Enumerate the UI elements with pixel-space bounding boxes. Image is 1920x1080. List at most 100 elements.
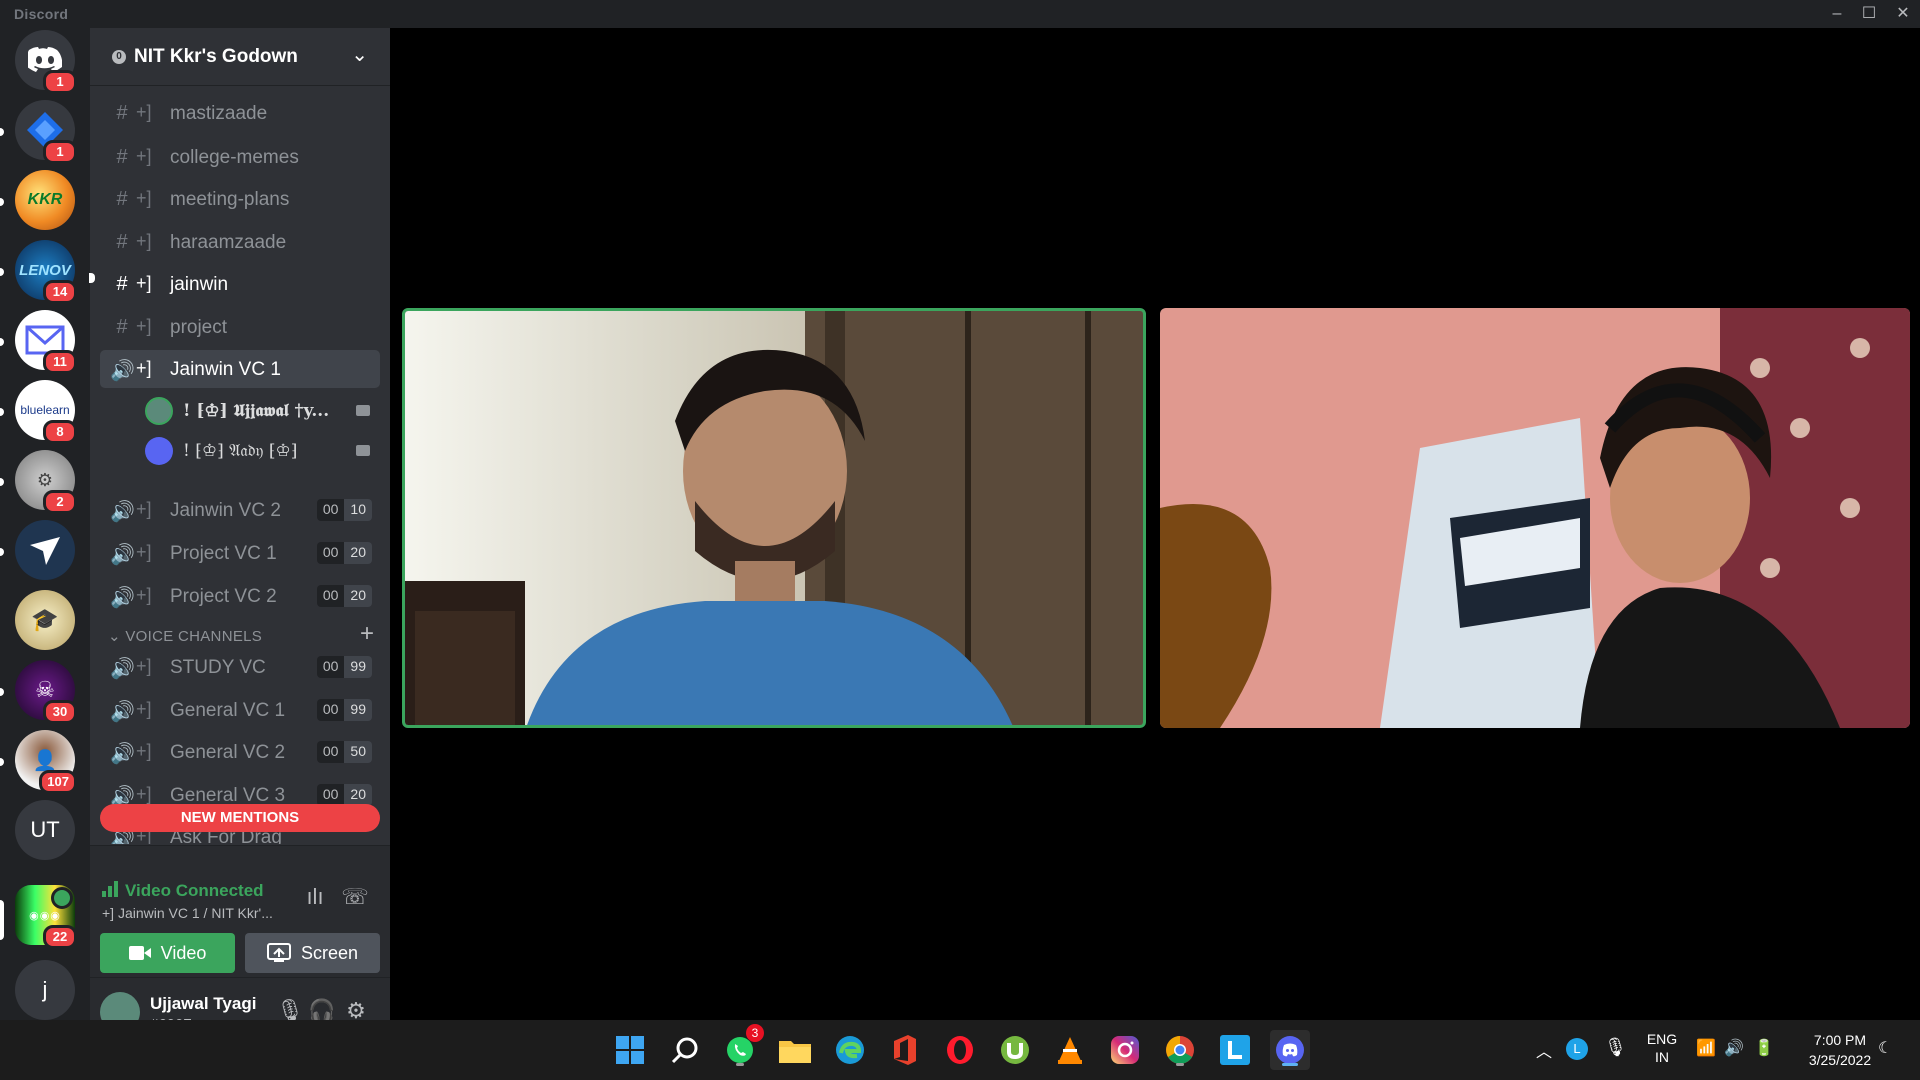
channel-label: project xyxy=(170,317,228,338)
server-name: NIT Kkr's Godown xyxy=(134,46,298,67)
screen-share-button[interactable]: Screen xyxy=(245,933,380,973)
file-explorer-icon[interactable] xyxy=(775,1030,815,1070)
add-channel-icon[interactable]: + xyxy=(360,620,374,648)
unread-pill xyxy=(0,758,4,766)
neon-avatar: ◉◉◉ xyxy=(29,909,61,922)
server-icon-bluelearn[interactable]: bluelearn 8 xyxy=(15,380,77,444)
channel-college-memes[interactable]: # +] college-memes xyxy=(100,138,380,176)
server-icon-elearn[interactable]: ☠ 30 xyxy=(15,660,77,724)
running-indicator xyxy=(1176,1063,1184,1066)
maximize-icon[interactable]: ☐ xyxy=(1852,0,1886,28)
video-button[interactable]: Video xyxy=(100,933,235,973)
user-count: 00 xyxy=(316,499,345,521)
speaker-icon: 🔊 xyxy=(110,658,135,680)
l-app-icon[interactable] xyxy=(1215,1030,1255,1070)
home-button[interactable]: 1 xyxy=(15,30,77,94)
whatsapp-icon[interactable]: 3 xyxy=(720,1024,764,1070)
thread-icon: +] xyxy=(136,102,152,122)
video-tile[interactable] xyxy=(1160,308,1910,728)
discord-icon[interactable] xyxy=(1270,1030,1310,1070)
disconnect-icon[interactable]: ☏ xyxy=(340,884,370,914)
channel-label: Project VC 2 xyxy=(170,586,277,607)
noise-suppression-icon[interactable]: ılı xyxy=(300,884,330,914)
voice-channel-jainwin-vc-1[interactable]: 🔊 +] Jainwin VC 1 xyxy=(100,350,380,388)
voice-channel-project-vc-1[interactable]: 🔊 +] Project VC 1 00 20 xyxy=(100,534,380,572)
clock[interactable]: 7:00 PM 3/25/2022 xyxy=(1790,1030,1890,1070)
text-channel-icon: # xyxy=(116,188,128,210)
unread-pill xyxy=(0,198,4,206)
close-icon[interactable]: ✕ xyxy=(1886,0,1920,28)
search-icon[interactable] xyxy=(665,1030,705,1070)
focus-assist-icon[interactable]: ☾ xyxy=(1878,1038,1892,1058)
channel-label: Jainwin VC 1 xyxy=(170,359,281,380)
mention-badge: 14 xyxy=(43,280,77,304)
channel-project[interactable]: # +] project xyxy=(100,308,380,346)
office-icon[interactable] xyxy=(885,1030,925,1070)
boost-icon: 0 xyxy=(112,50,126,64)
server-icon-9[interactable]: 🎓 xyxy=(15,590,75,650)
chrome-icon[interactable] xyxy=(1160,1030,1200,1070)
server-icon-3[interactable]: KKR xyxy=(15,170,75,230)
server-icon-2[interactable]: 1 xyxy=(15,100,77,164)
user-limit-value: 99 xyxy=(344,699,372,721)
server-icon-active[interactable]: ◉◉◉ 22 xyxy=(15,885,77,949)
voice-user[interactable]: ! ⁅♔⁆ 𝔄𝔞𝔡𝔶 ⁅♔⁆ xyxy=(145,434,380,468)
server-icon-mail[interactable]: 11 xyxy=(15,310,77,374)
voice-channel-general-vc-2[interactable]: 🔊 +] General VC 2 00 50 xyxy=(100,733,380,771)
server-icon-8[interactable] xyxy=(15,520,75,580)
server-icon-11[interactable]: 👤 107 xyxy=(15,730,77,794)
video-tile-speaking[interactable] xyxy=(402,308,1146,728)
wifi-icon[interactable]: 📶 xyxy=(1696,1038,1716,1058)
channel-label: General VC 1 xyxy=(170,700,286,721)
vlc-icon[interactable] xyxy=(1050,1030,1090,1070)
voice-channels-category[interactable]: ⌄ VOICE CHANNELS + xyxy=(98,620,388,648)
microphone-icon[interactable]: 🎙 xyxy=(1604,1037,1627,1058)
voice-channel-project-vc-2[interactable]: 🔊 +] Project VC 2 00 20 xyxy=(100,577,380,615)
mention-badge: 11 xyxy=(43,350,77,374)
server-icon-j[interactable]: j xyxy=(15,960,75,1020)
edge-icon[interactable] xyxy=(830,1030,870,1070)
mention-badge: 1 xyxy=(43,140,77,164)
thread-icon: +] xyxy=(136,656,152,676)
chevron-up-icon[interactable]: ︿ xyxy=(1536,1038,1552,1062)
thread-icon: +] xyxy=(136,741,152,761)
connection-location[interactable]: +] Jainwin VC 1 / NIT Kkr'... xyxy=(102,905,273,921)
voice-channel-study-vc[interactable]: 🔊 +] STUDY VC 00 99 xyxy=(100,648,380,686)
windows-start-icon[interactable] xyxy=(610,1030,650,1070)
server-icon-lenovo[interactable]: LENOV 14 xyxy=(15,240,77,304)
webcam-feed xyxy=(1160,308,1910,728)
instagram-icon[interactable] xyxy=(1105,1030,1145,1070)
mention-badge: 30 xyxy=(43,700,77,724)
channel-meeting-plans[interactable]: # +] meeting-plans xyxy=(100,180,380,218)
new-mentions-button[interactable]: NEW MENTIONS xyxy=(100,804,380,832)
unread-pill xyxy=(0,548,4,556)
voice-user[interactable]: ! ⁅♔⁆ 𝖀𝖏𝖏𝖆𝖜𝖆𝖑 †y... xyxy=(145,394,380,428)
channel-mastizaade[interactable]: # +] mastizaade xyxy=(100,94,380,132)
user-count: 00 xyxy=(316,784,345,806)
clock-date: 3/25/2022 xyxy=(1808,1052,1872,1068)
voice-channel-general-vc-1[interactable]: 🔊 +] General VC 1 00 99 xyxy=(100,691,380,729)
thread-icon: +] xyxy=(136,585,152,605)
utorrent-icon[interactable] xyxy=(995,1030,1035,1070)
channel-haraamzaade[interactable]: # +] haraamzaade xyxy=(100,223,380,261)
voice-connection-panel: Video Connected +] Jainwin VC 1 / NIT Kk… xyxy=(90,845,390,978)
language-indicator[interactable]: ENG IN xyxy=(1642,1030,1682,1066)
user-limit: 00 99 xyxy=(316,699,372,721)
user-count: 00 xyxy=(316,542,345,564)
text-channel-icon: # xyxy=(116,102,128,124)
volume-icon[interactable]: 🔊 xyxy=(1724,1038,1744,1058)
opera-icon[interactable] xyxy=(940,1030,980,1070)
thread-icon: +] xyxy=(102,905,118,921)
camera-icon xyxy=(356,405,370,416)
battery-icon[interactable]: 🔋 xyxy=(1754,1038,1774,1058)
channel-label: jainwin xyxy=(170,274,229,295)
mention-badge: 22 xyxy=(43,925,77,949)
server-icon-7[interactable]: ⚙ 2 xyxy=(15,450,77,514)
tray-app-icon[interactable]: L xyxy=(1566,1038,1588,1060)
minimize-icon[interactable]: – xyxy=(1820,0,1854,28)
server-header[interactable]: 0 NIT Kkr's Godown ⌄ xyxy=(90,28,390,86)
voice-channel-jainwin-vc-2[interactable]: 🔊 +] Jainwin VC 2 00 10 xyxy=(100,491,380,529)
server-icon-ut[interactable]: UT xyxy=(15,800,75,860)
channel-jainwin[interactable]: # +] jainwin xyxy=(100,265,380,303)
thread-icon: +] xyxy=(136,188,152,208)
